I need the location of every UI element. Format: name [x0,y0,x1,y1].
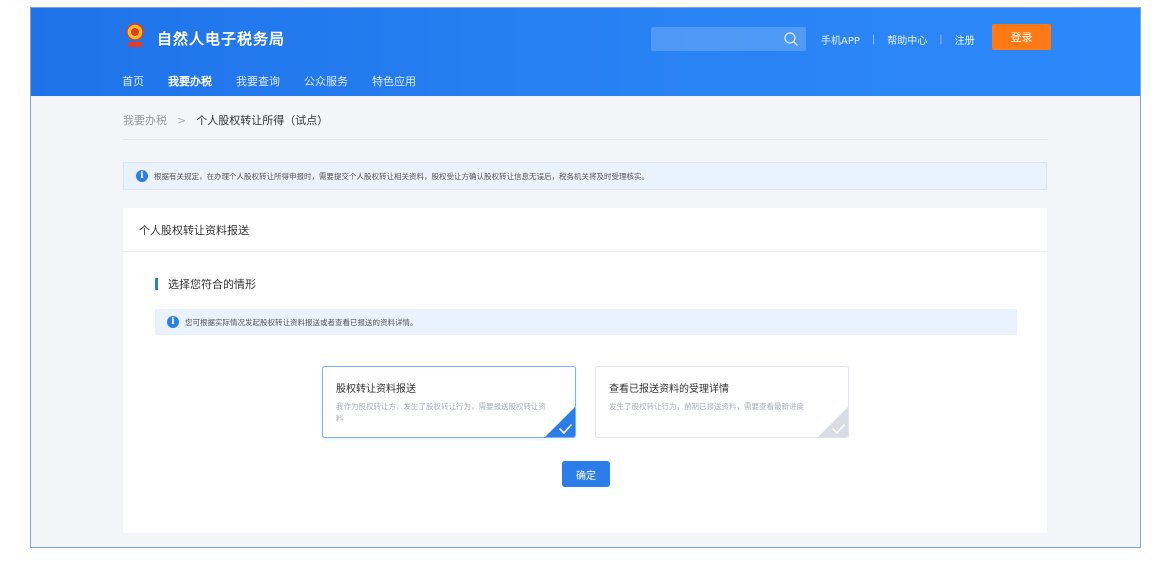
card-title: 个人股权转让资料报送 [123,208,1047,252]
breadcrumb-current: 个人股权转让所得（试点） [196,114,329,127]
option-view-details[interactable]: 查看已报送资料的受理详情 发生了股权转让行为，前期已报送资料，需要查看最新进度 [595,366,849,438]
register-link[interactable]: 注册 [955,32,975,47]
breadcrumb-parent[interactable]: 我要办税 [123,112,167,128]
tax-emblem-icon [126,23,144,47]
site-header: 自然人电子税务局 手机APP | 帮助中心 | 注册 登录 首页 我要办税 我要… [31,8,1140,96]
option-description: 发生了股权转让行为，前期已报送资料，需要查看最新进度 [609,402,804,411]
breadcrumb: 我要办税 > 个人股权转让所得（试点） [123,112,328,128]
checkmark-icon [818,407,848,437]
browser-frame: 自然人电子税务局 手机APP | 帮助中心 | 注册 登录 首页 我要办税 我要… [30,7,1141,548]
link-separator: | [939,34,943,45]
mobile-app-link[interactable]: 手机APP [821,32,860,47]
option-title: 股权转让资料报送 [336,384,416,395]
inner-info-notice: i 您可根据实际情况发起股权转让资料报送或者查看已报送的资料详情。 [155,309,1017,335]
divider [123,139,1048,140]
help-center-link[interactable]: 帮助中心 [887,32,927,47]
nav-item-tax-handling[interactable]: 我要办税 [168,73,212,89]
login-button[interactable]: 登录 [992,24,1051,50]
nav-item-home[interactable]: 首页 [122,73,144,89]
info-icon: i [136,170,148,182]
site-title: 自然人电子税务局 [157,30,286,48]
section-accent-bar [155,278,158,290]
confirm-button[interactable]: 确定 [562,461,610,487]
section-title-text: 选择您符合的情形 [168,278,256,291]
info-icon: i [167,316,179,328]
inner-notice-text: 您可根据实际情况发起股权转让资料报送或者查看已报送的资料详情。 [185,317,418,327]
option-title: 查看已报送资料的受理详情 [609,384,729,395]
info-notice: i 根据有关规定，在办理个人股权转让所得申报时，需要提交个人股权转让相关资料，股… [123,162,1047,190]
nav-item-query[interactable]: 我要查询 [236,73,280,89]
chevron-right-icon: > [177,113,187,127]
checkmark-icon [545,407,575,437]
main-card: 个人股权转让资料报送 选择您符合的情形 i 您可根据实际情况发起股权转让资料报送… [123,208,1047,533]
top-links: 手机APP | 帮助中心 | 注册 [821,32,975,47]
search-icon[interactable] [783,31,799,47]
main-nav: 首页 我要办税 我要查询 公众服务 特色应用 [122,73,440,89]
nav-item-public-service[interactable]: 公众服务 [304,73,348,89]
option-description: 我作为股权转让方，发生了股权转让行为，需要报送股权转让资料 [336,402,546,423]
link-separator: | [871,34,876,45]
section-title: 选择您符合的情形 [155,276,256,292]
notice-text: 根据有关规定，在办理个人股权转让所得申报时，需要提交个人股权转让相关资料，股权受… [154,171,649,181]
nav-item-featured-apps[interactable]: 特色应用 [372,73,416,89]
option-submit-materials[interactable]: 股权转让资料报送 我作为股权转让方，发生了股权转让行为，需要报送股权转让资料 [322,366,576,438]
